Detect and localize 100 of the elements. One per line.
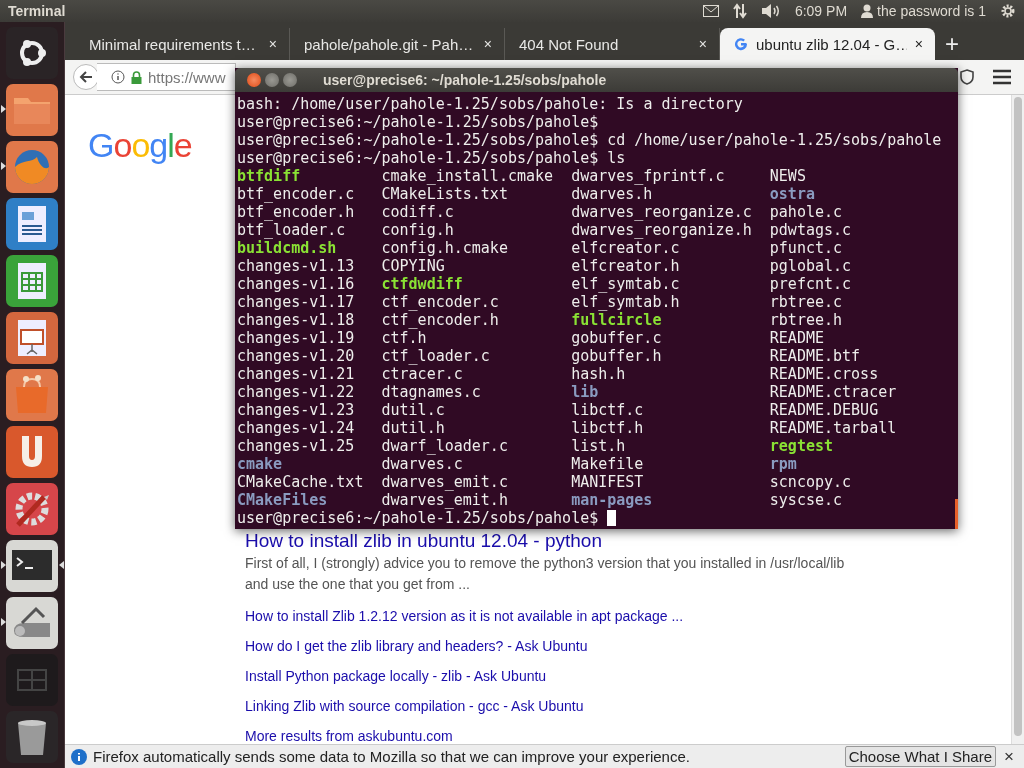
file-name: CMakeFiles xyxy=(237,491,328,509)
document-icon xyxy=(6,197,58,250)
file-name: pglobal.c xyxy=(769,257,852,275)
file-name: changes-v1.13 xyxy=(237,257,355,275)
tab-title: pahole/pahole.git - Pah… xyxy=(304,35,475,53)
file-name: changes-v1.18 xyxy=(237,311,355,329)
choose-what-i-share-button[interactable]: Choose What I Share xyxy=(844,746,997,767)
file-name: list.h xyxy=(571,437,626,455)
file-name: README.tarball xyxy=(769,419,897,437)
file-name: dwarves_emit.c xyxy=(381,473,508,491)
file-name: dwarves.c xyxy=(381,455,463,473)
presentation-icon xyxy=(6,311,58,364)
file-name: changes-v1.23 xyxy=(237,401,355,419)
file-name: config.h.cmake xyxy=(381,239,508,257)
tab-close[interactable]: × xyxy=(914,36,923,52)
file-name: dtagnames.c xyxy=(381,383,481,401)
file-name: dwarves_reorganize.h xyxy=(571,221,752,239)
shopping-bag-icon xyxy=(6,368,58,421)
file-name: prefcnt.c xyxy=(769,275,852,293)
transfer-arrows-icon[interactable] xyxy=(732,3,747,19)
file-name: syscse.c xyxy=(769,491,843,509)
menu-icon[interactable] xyxy=(992,69,1012,85)
app-title: Terminal xyxy=(8,3,66,19)
file-name: cmake xyxy=(237,455,283,473)
tab-close[interactable]: × xyxy=(268,36,277,52)
logo-icon xyxy=(6,26,58,79)
close-button[interactable]: × xyxy=(1002,746,1016,767)
result-link[interactable]: Install Python package locally - zlib - Ask Ubuntu xyxy=(245,667,547,685)
file-name: dwarf_loader.c xyxy=(381,437,508,455)
file-name: codiff.c xyxy=(381,203,454,221)
file-name: README.DEBUG xyxy=(769,401,879,419)
tab-close[interactable]: × xyxy=(483,36,492,52)
result-link[interactable]: How to install Zlib 1.2.12 version as it is not available in apt package ... xyxy=(245,607,684,625)
url-field[interactable]: https://www xyxy=(97,63,236,91)
back-arrow-icon xyxy=(79,70,93,84)
file-name: cmake_install.cmake xyxy=(381,167,554,185)
terminal-prompt: user@precise6:~/pahole-1.25/sobs/pahole$ xyxy=(237,509,599,527)
file-name: changes-v1.22 xyxy=(237,383,355,401)
file-name: MANIFEST xyxy=(571,473,644,491)
file-name: changes-v1.25 xyxy=(237,437,355,455)
mail-icon[interactable] xyxy=(702,5,719,17)
terminal-line: user@precise6:~/pahole-1.25/sobs/pahole$ ls xyxy=(237,149,626,167)
file-name: CMakeCache.txt xyxy=(237,473,364,491)
result-title-link[interactable]: How to install zlib in ubuntu 12.04 - python xyxy=(245,531,602,551)
user-name[interactable]: the password is 1 xyxy=(877,3,986,19)
file-name: dwarves_fprintf.c xyxy=(571,167,725,185)
result-link[interactable]: How do I get the zlib library and headers? - Ask Ubuntu xyxy=(245,637,588,655)
clock[interactable]: 6:09 PM xyxy=(794,3,848,19)
file-name: CMakeLists.txt xyxy=(381,185,508,203)
scrollbar[interactable] xyxy=(1011,95,1024,744)
file-name: btf_loader.c xyxy=(237,221,346,239)
file-name: ctf_encoder.h xyxy=(381,311,499,329)
file-name: ctf_encoder.c xyxy=(381,293,499,311)
file-name: libctf.h xyxy=(571,419,644,437)
launcher-item[interactable] xyxy=(0,537,64,594)
volume-icon[interactable] xyxy=(760,3,781,19)
file-name: gobuffer.h xyxy=(571,347,662,365)
terminal-icon xyxy=(6,539,58,592)
wrench-gear-icon xyxy=(6,482,58,535)
new-tab-button[interactable]: + xyxy=(935,30,969,60)
tab-title: 404 Not Found xyxy=(519,35,620,53)
scanner-icon xyxy=(6,596,58,649)
file-name: man-pages xyxy=(571,491,653,509)
scroll-indicator xyxy=(955,499,958,529)
file-name: regtest xyxy=(769,437,833,455)
file-name: fullcircle xyxy=(571,311,662,329)
file-name: dwarves_emit.h xyxy=(381,491,508,509)
file-name: changes-v1.17 xyxy=(237,293,355,311)
maximize-button[interactable] xyxy=(283,73,297,87)
file-name: changes-v1.16 xyxy=(237,275,355,293)
file-name: NEWS xyxy=(769,167,806,185)
power-gear-icon[interactable] xyxy=(1000,3,1016,19)
file-name: rbtree.c xyxy=(769,293,843,311)
back-button[interactable] xyxy=(73,64,99,90)
result-link[interactable]: Linking Zlib with source compilation - gcc - Ask Ubuntu xyxy=(245,697,584,715)
file-name: changes-v1.21 xyxy=(237,365,355,383)
person-icon[interactable] xyxy=(861,4,874,18)
file-name: changes-v1.19 xyxy=(237,329,355,347)
file-name: ostra xyxy=(769,185,815,203)
file-name: config.h xyxy=(381,221,454,239)
info-icon[interactable] xyxy=(111,70,125,84)
file-name: rpm xyxy=(769,455,797,473)
terminal-line: bash: /home/user/pahole-1.25/sobs/pahole: Is a directory xyxy=(237,95,743,113)
file-name: ctf.h xyxy=(381,329,427,347)
tab-title: Minimal requirements t… xyxy=(89,35,257,53)
google-logo[interactable]: Google xyxy=(88,125,192,165)
file-name: changes-v1.20 xyxy=(237,347,355,365)
padlock-icon xyxy=(131,70,142,84)
terminal-line: user@precise6:~/pahole-1.25/sobs/pahole$ cd /home/user/pahole-1.25/sobs/pahole xyxy=(237,131,942,149)
file-name: elf_symtab.h xyxy=(571,293,680,311)
shield-icon[interactable] xyxy=(960,69,974,85)
file-name: gobuffer.c xyxy=(571,329,662,347)
result-link[interactable]: More results from askubuntu.com xyxy=(245,727,453,744)
tab-close[interactable]: × xyxy=(698,36,707,52)
file-name: elfcreator.c xyxy=(571,239,680,257)
close-button[interactable] xyxy=(247,73,261,87)
text-cursor xyxy=(607,510,617,526)
minimize-button[interactable] xyxy=(265,73,279,87)
file-name: README xyxy=(769,329,824,347)
result-snippet: First of all, I (strongly) advice you to remove the python3 version that you installed in /usr/local/lib and use the one that you get from ... xyxy=(245,554,846,594)
